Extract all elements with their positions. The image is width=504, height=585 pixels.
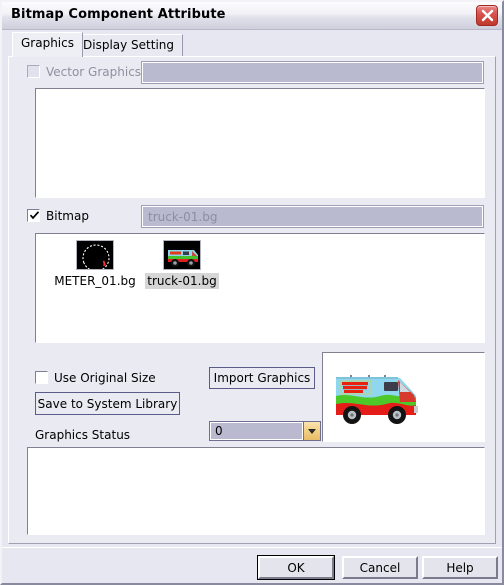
tab-display-setting-label: Display Setting [83,38,175,52]
gauge-thumbnail-icon [76,240,114,270]
list-item-label: truck-01.bg [145,273,219,289]
window-title: Bitmap Component Attribute [11,7,226,22]
import-graphics-label: Import Graphics [213,371,311,385]
bitmap-list-panel[interactable]: METER_01.bg truck-01.bg [35,233,485,343]
tab-display-setting[interactable]: Display Setting [74,34,184,56]
cancel-button-label: Cancel [359,560,401,575]
list-item[interactable]: METER_01.bg [52,240,138,289]
list-item-label: METER_01.bg [54,274,136,288]
bitmap-label: Bitmap [46,209,89,223]
bitmap-filename-field[interactable]: truck-01.bg [141,205,484,228]
chevron-down-icon[interactable] [303,422,320,440]
ok-button[interactable]: OK [257,555,335,580]
chevron-down-glyph [308,428,316,434]
use-original-size-checkbox[interactable] [35,371,48,384]
help-button-label: Help [446,560,474,575]
ok-button-label: OK [287,560,305,575]
help-button[interactable]: Help [422,556,498,579]
import-graphics-button[interactable]: Import Graphics [209,367,315,389]
vector-graphics-checkbox[interactable] [27,65,40,78]
cancel-button[interactable]: Cancel [342,556,418,579]
graphics-status-value: 0 [210,422,303,440]
preview-panel [322,352,485,442]
van-thumbnail-icon [163,240,201,270]
dialog-window: Bitmap Component Attribute Graphics Disp… [0,0,504,585]
graphics-status-output-panel[interactable] [27,447,485,535]
vector-graphics-list[interactable] [35,88,485,198]
save-to-system-library-label: Save to System Library [37,396,178,411]
tab-graphics-label: Graphics [21,36,74,50]
vector-graphics-field[interactable] [141,61,484,84]
vector-graphics-label: Vector Graphics [46,65,142,79]
tab-graphics[interactable]: Graphics [12,32,83,57]
title-bar: Bitmap Component Attribute [2,2,502,30]
graphics-status-label: Graphics Status [35,428,131,442]
graphics-status-dropdown[interactable]: 0 [209,421,321,441]
dialog-button-bar: OK Cancel Help [2,547,502,583]
dialog-client-area: Vector Graphics Bitmap truck-01.bg METER… [8,56,496,544]
list-item[interactable]: truck-01.bg [142,240,222,289]
bitmap-checkbox[interactable] [27,209,40,222]
checkmark-icon [29,210,40,221]
close-button[interactable] [476,5,498,26]
use-original-size-label: Use Original Size [54,371,156,385]
save-to-system-library-button[interactable]: Save to System Library [35,392,180,415]
tab-strip: Graphics Display Setting [8,32,496,57]
